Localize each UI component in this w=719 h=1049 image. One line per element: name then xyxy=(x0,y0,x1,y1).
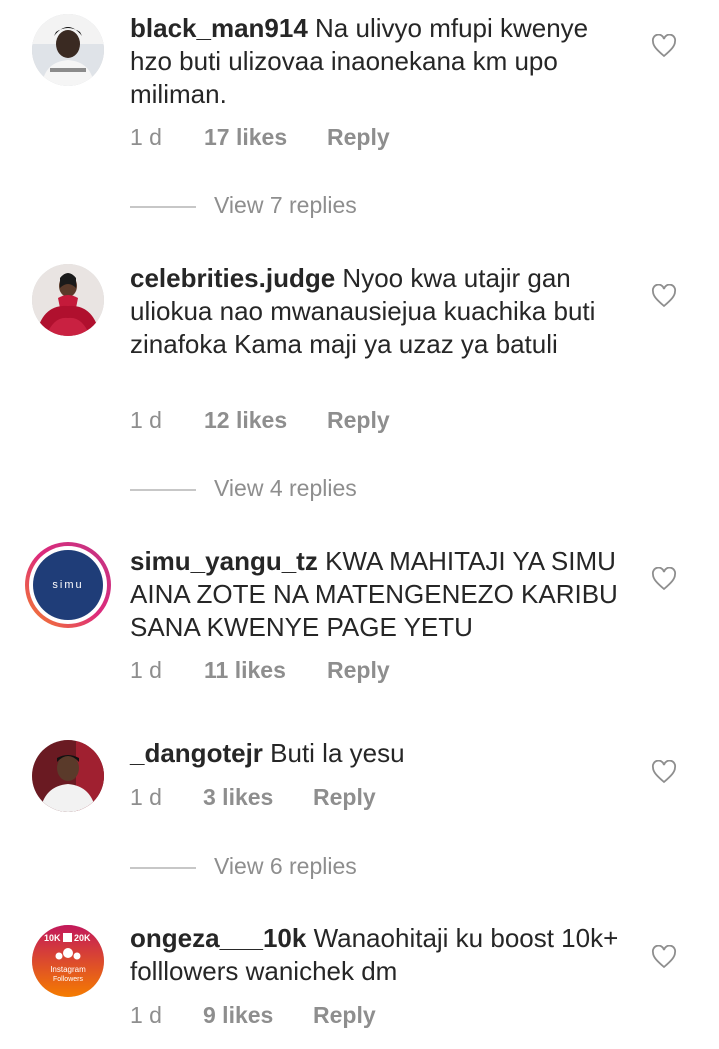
likes-count[interactable]: 9 likes xyxy=(203,1002,273,1029)
comment-username[interactable]: ongeza___10k xyxy=(130,923,306,953)
comment-time: 1 d xyxy=(130,657,162,683)
heart-outline-icon[interactable] xyxy=(651,284,677,308)
reply-button[interactable]: Reply xyxy=(327,407,390,434)
comment-text-block: celebrities.judge Nyoo kwa utajir gan ul… xyxy=(130,262,630,361)
likes-count[interactable]: 17 likes xyxy=(204,124,287,151)
comment-text: Buti la yesu xyxy=(270,738,405,768)
heart-outline-icon[interactable] xyxy=(651,34,677,58)
view-replies-label: View 4 replies xyxy=(214,475,357,501)
heart-outline-icon[interactable] xyxy=(651,567,677,591)
comment-text-block: simu_yangu_tz KWA MAHITAJI YA SIMU AINA … xyxy=(130,545,630,644)
likes-count[interactable]: 12 likes xyxy=(204,407,287,434)
comment-text-block: _dangotejr Buti la yesu xyxy=(130,737,630,770)
reply-button[interactable]: Reply xyxy=(313,784,376,811)
avatar-badge-followers: Followers xyxy=(53,976,83,983)
comment-username[interactable]: simu_yangu_tz xyxy=(130,546,318,576)
comment-time: 1 d xyxy=(130,1002,162,1028)
view-replies-label: View 7 replies xyxy=(214,192,357,218)
comment-text-block: ongeza___10k Wanaohitaji ku boost 10k+ f… xyxy=(130,922,630,988)
comment-time: 1 d xyxy=(130,124,162,150)
comment-text-block: black_man914 Na ulivyo mfupi kwenye hzo … xyxy=(130,12,630,111)
avatar-brand-text: simu xyxy=(52,579,83,591)
avatar-badge-instagram: Instagram xyxy=(50,965,86,974)
divider xyxy=(130,867,196,869)
divider xyxy=(130,206,196,208)
avatar-badge-10k: 10K xyxy=(44,933,61,943)
comment-time: 1 d xyxy=(130,407,162,433)
likes-count[interactable]: 11 likes xyxy=(204,657,286,684)
comment-username[interactable]: _dangotejr xyxy=(130,738,263,768)
comment-username[interactable]: celebrities.judge xyxy=(130,263,335,293)
reply-button[interactable]: Reply xyxy=(327,657,390,684)
divider xyxy=(130,489,196,491)
avatar[interactable] xyxy=(32,740,104,812)
heart-outline-icon[interactable] xyxy=(651,945,677,969)
avatar[interactable]: 10K 20K Instagram Followers xyxy=(32,925,104,997)
avatar[interactable] xyxy=(32,14,104,86)
reply-button[interactable]: Reply xyxy=(313,1002,376,1029)
likes-count[interactable]: 3 likes xyxy=(203,784,273,811)
avatar[interactable] xyxy=(32,264,104,336)
comment-time: 1 d xyxy=(130,784,162,810)
avatar-badge-20k: 20K xyxy=(74,933,91,943)
comment-username[interactable]: black_man914 xyxy=(130,13,308,43)
heart-outline-icon[interactable] xyxy=(651,760,677,784)
reply-button[interactable]: Reply xyxy=(327,124,390,151)
view-replies-label: View 6 replies xyxy=(214,853,357,879)
avatar-story-ring[interactable]: simu xyxy=(23,540,113,630)
